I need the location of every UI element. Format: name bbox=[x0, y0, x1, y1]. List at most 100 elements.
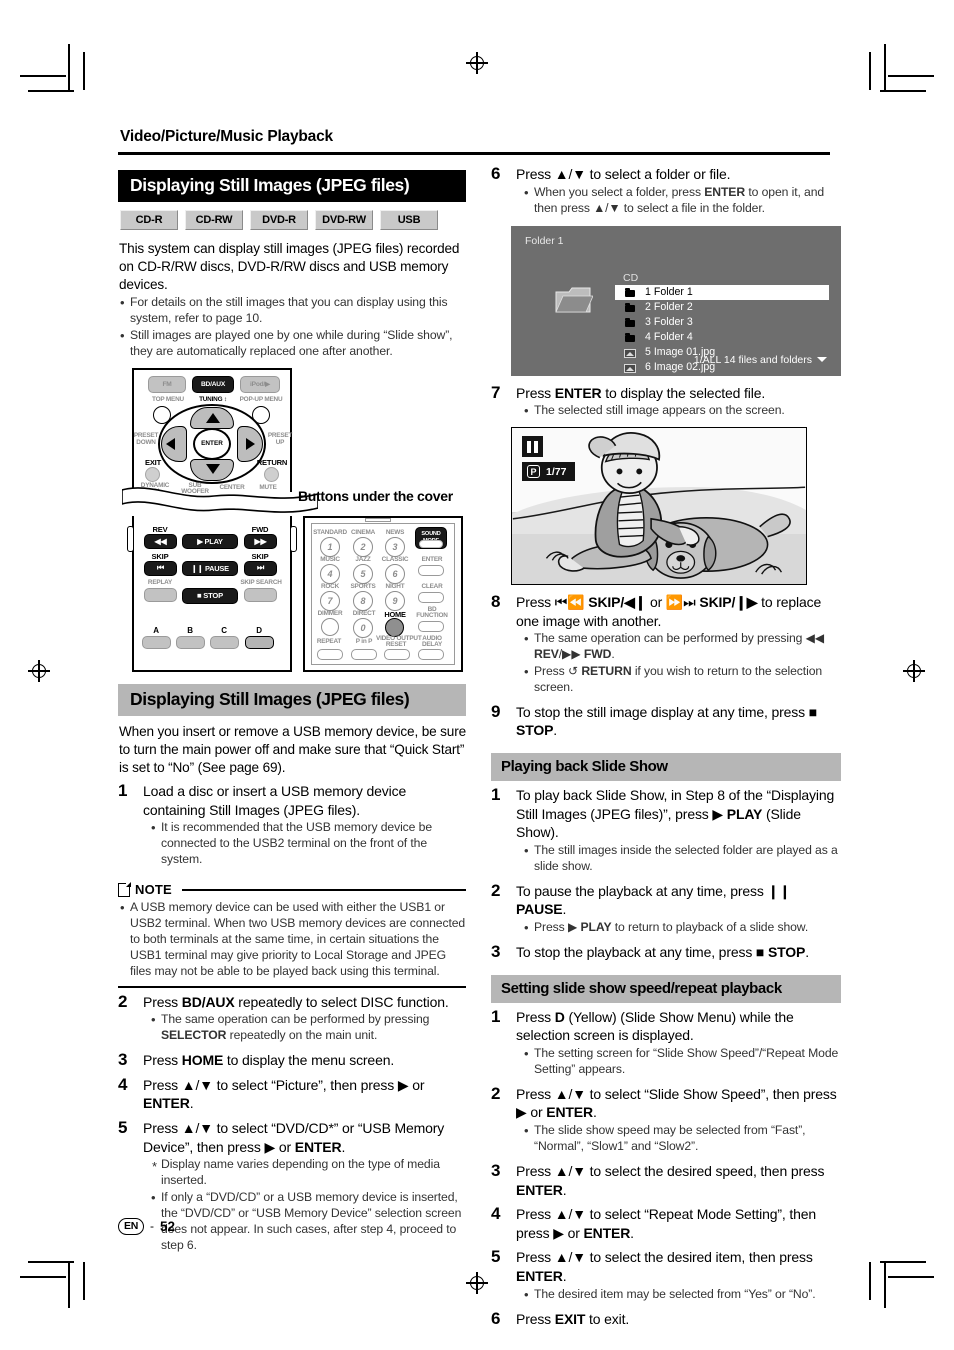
step-number: 3 bbox=[491, 942, 501, 962]
step-number: 5 bbox=[491, 1247, 501, 1267]
step-text: Press ▲/▼ to select “Slide Show Speed”, … bbox=[516, 1085, 837, 1121]
folder-icon bbox=[625, 317, 635, 327]
remote-label-replay: REPLAY bbox=[147, 578, 173, 586]
step-bullets: The same operation can be performed by p… bbox=[522, 630, 841, 695]
remote-label-skip-search: SKIP SEARCH bbox=[240, 578, 282, 586]
crop-mark-tr-v bbox=[884, 44, 886, 90]
list-item: Press ▶ PLAY to return to playback of a … bbox=[522, 919, 841, 936]
step-7: 7 Press ENTER to display the selected fi… bbox=[491, 382, 841, 422]
crop-mark-br-v bbox=[884, 1262, 886, 1308]
step-text: To play back Slide Show, in Step 8 of th… bbox=[516, 787, 835, 841]
list-item: The same operation can be performed by p… bbox=[522, 630, 841, 663]
step-bullets: The same operation can be performed by p… bbox=[149, 1011, 466, 1044]
settings-step-5: 5 Press ▲/▼ to select the desired item, … bbox=[491, 1248, 841, 1304]
list-item[interactable]: 2 Folder 2 bbox=[615, 300, 829, 315]
section-header-displaying-still-images-2: Displaying Still Images (JPEG files) bbox=[118, 683, 466, 716]
remote-label-pop-up-menu: POP-UP MENU bbox=[239, 395, 283, 403]
settings-step-6: 6 Press EXIT to exit. bbox=[491, 1308, 841, 1330]
keypad-button-2: 2 bbox=[353, 536, 373, 557]
list-item: The selected still image appears on the … bbox=[522, 402, 841, 419]
media-badge-cd-r: CD-R bbox=[120, 210, 178, 230]
keypad-top-notch bbox=[365, 517, 391, 522]
keypad-label-pinp: P in P bbox=[355, 637, 373, 645]
step-number: 3 bbox=[118, 1050, 128, 1070]
settings-step-4: 4 Press ▲/▼ to select “Repeat Mode Setti… bbox=[491, 1205, 841, 1243]
step-number: 7 bbox=[491, 382, 501, 402]
settings-step-2: 2 Press ▲/▼ to select “Slide Show Speed”… bbox=[491, 1084, 841, 1157]
list-item[interactable]: 3 Folder 3 bbox=[615, 315, 829, 330]
list-item: A USB memory device can be used with eit… bbox=[118, 899, 466, 980]
osd-footer: 1/ALL 14 files and folders bbox=[694, 354, 827, 366]
list-item: Display name varies depending on the typ… bbox=[149, 1157, 466, 1189]
list-item: The slide show speed may be selected fro… bbox=[522, 1122, 841, 1155]
keypad-label-night: NIGHT bbox=[385, 582, 405, 590]
step-bullets: When you select a folder, press ENTER to… bbox=[522, 184, 841, 217]
crop-mark-br-h bbox=[888, 1276, 934, 1278]
step-bullets: The desired item may be selected from “Y… bbox=[522, 1286, 841, 1303]
keypad-label-classic: CLASSIC bbox=[381, 555, 409, 563]
page-footer: EN - 52 bbox=[118, 1218, 175, 1235]
keypad-button-dimmer bbox=[321, 617, 339, 636]
registration-mark-right bbox=[903, 660, 925, 682]
step-bullets: The selected still image appears on the … bbox=[522, 402, 841, 419]
remote-button-fm: FM bbox=[148, 375, 186, 393]
crop-mark-tl-h2 bbox=[28, 90, 74, 92]
keypad-label-clear: CLEAR bbox=[421, 582, 443, 590]
remote-label-color-c: C bbox=[221, 625, 227, 635]
keypad-button-clear bbox=[418, 591, 444, 603]
step-number: 4 bbox=[118, 1074, 128, 1094]
registration-mark-left bbox=[28, 660, 50, 682]
step-number: 6 bbox=[491, 1308, 501, 1328]
remote-button-color-d bbox=[245, 635, 274, 649]
section-header-displaying-still-images-1: Displaying Still Images (JPEG files) bbox=[118, 170, 466, 202]
step-number: 5 bbox=[118, 1118, 128, 1138]
page-number: 52 bbox=[160, 1218, 176, 1234]
list-item: The setting screen for “Slide Show Speed… bbox=[522, 1045, 841, 1078]
slideshow-step-1: 1 To play back Slide Show, in Step 8 of … bbox=[491, 785, 841, 877]
remote-button-enter: ENTER bbox=[193, 427, 231, 460]
crop-mark-bl-h bbox=[20, 1276, 66, 1278]
keypad-button-8: 8 bbox=[353, 590, 373, 611]
crop-mark-tl-h bbox=[20, 75, 66, 77]
osd-title: Folder 1 bbox=[525, 234, 564, 247]
keypad-button-6: 6 bbox=[385, 563, 405, 584]
note-header: NOTE bbox=[118, 882, 466, 897]
remote-button-pause: ❙❙ PAUSE bbox=[182, 560, 238, 576]
registration-mark-top bbox=[466, 52, 488, 74]
keypad-label-repeat: REPEAT bbox=[316, 637, 342, 645]
crop-mark-tr-h bbox=[888, 75, 934, 77]
step-5: 5 Press ▲/▼ to select “DVD/CD*” or “USB … bbox=[118, 1118, 466, 1256]
keypad-button-4: 4 bbox=[320, 563, 340, 584]
keypad-button-enter bbox=[418, 564, 444, 576]
keypad-label-sports: SPORTS bbox=[350, 582, 376, 590]
remote-button-bd-aux: BD/AUX bbox=[192, 375, 234, 393]
list-item[interactable]: 4 Folder 4 bbox=[615, 330, 829, 345]
remote-side-grip-right bbox=[290, 525, 297, 552]
osd-footer-text: 1/ALL 14 files and folders bbox=[693, 353, 812, 366]
step-8: 8 Press ⏮⏪ SKIP/◀❙ or ⏩⏭ SKIP/❙▶ to repl… bbox=[491, 593, 841, 698]
list-item: The desired item may be selected from “Y… bbox=[522, 1286, 841, 1303]
step-number: 6 bbox=[491, 164, 501, 183]
remote-button-color-c bbox=[210, 635, 239, 649]
remote-label-exit: EXIT bbox=[144, 457, 162, 467]
remote-label-color-d: D bbox=[256, 625, 262, 635]
media-badge-dvd-rw: DVD-RW bbox=[315, 210, 373, 230]
section1-intro: This system can display still images (JP… bbox=[119, 240, 460, 292]
keypad-label-news: NEWS bbox=[385, 528, 405, 536]
step-text: Press ⏮⏪ SKIP/◀❙ or ⏩⏭ SKIP/❙▶ to replac… bbox=[516, 594, 822, 629]
keypad-label-enter: ENTER bbox=[421, 555, 443, 563]
remote-label-preset-down: PRESET DOWN bbox=[133, 431, 159, 446]
skip-back-icon: ⏮ bbox=[157, 563, 164, 573]
step-text: Press D (Yellow) (Slide Show Menu) while… bbox=[516, 1008, 794, 1044]
keypad-label-rock: ROCK bbox=[320, 582, 340, 590]
fwd-icon: ▶▶ bbox=[254, 536, 267, 546]
folder-icon bbox=[625, 302, 635, 312]
keypad-button-bd-function bbox=[418, 620, 444, 632]
remote-button-color-b bbox=[176, 635, 205, 649]
list-item[interactable]: 1 Folder 1 bbox=[615, 284, 829, 300]
keypad-button-3: 3 bbox=[385, 536, 405, 557]
step-text: Press ▲/▼ to select a folder or file. bbox=[516, 166, 731, 182]
remote-label-rev: REV bbox=[152, 524, 168, 534]
step-text: Press ▲/▼ to select “Repeat Mode Setting… bbox=[516, 1206, 817, 1241]
note-bottom-rule bbox=[118, 986, 466, 988]
